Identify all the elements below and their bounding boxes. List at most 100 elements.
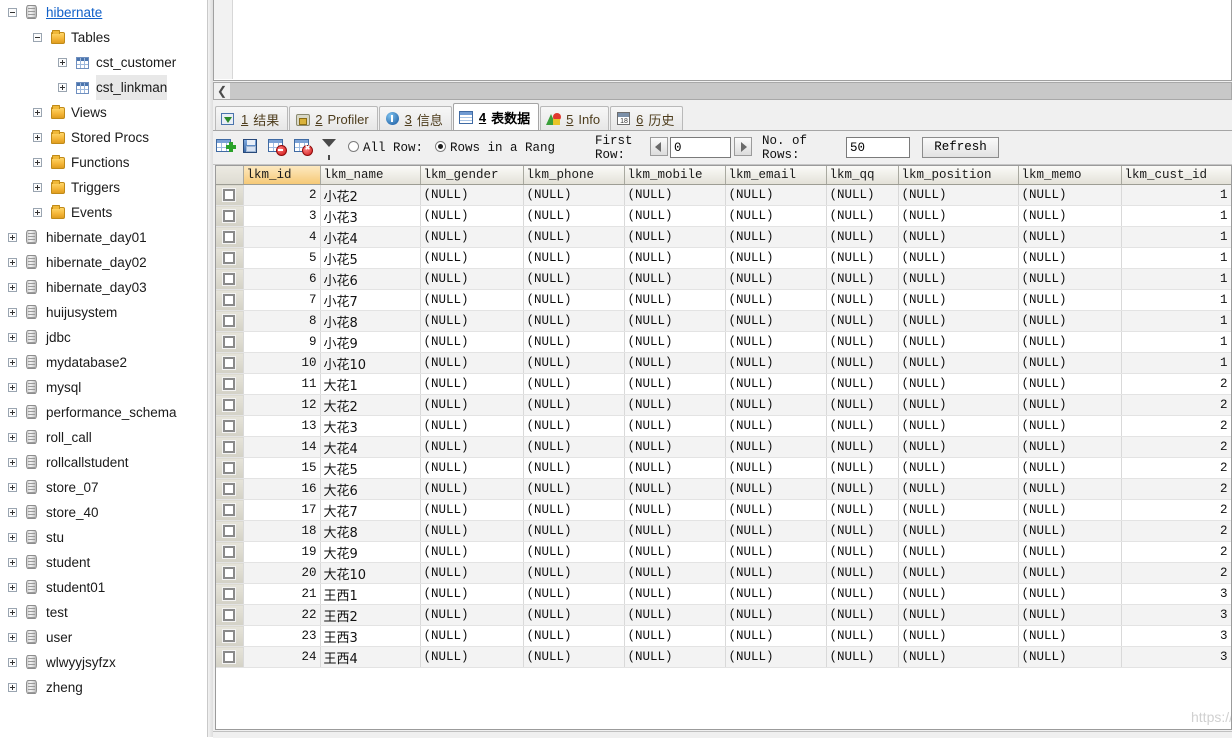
tree-item-hibernate-day01[interactable]: hibernate_day01 [0, 225, 207, 250]
cell-lkm_mobile[interactable]: (NULL) [624, 436, 726, 458]
row-select-checkbox[interactable] [216, 268, 244, 290]
cell-lkm_email[interactable]: (NULL) [725, 646, 827, 668]
cell-lkm_phone[interactable]: (NULL) [523, 604, 625, 626]
cell-lkm_mobile[interactable]: (NULL) [624, 583, 726, 605]
cell-lkm_gender[interactable]: (NULL) [420, 247, 524, 269]
column-header-lkm_mobile[interactable]: lkm_mobile [624, 166, 726, 185]
row-select-checkbox[interactable] [216, 520, 244, 542]
table-row[interactable]: 24 王西4 (NULL) (NULL) (NULL) (NULL) (NULL) (NULL… [216, 646, 1231, 668]
cell-lkm_phone[interactable]: (NULL) [523, 226, 625, 248]
cell-lkm_gender[interactable]: (NULL) [420, 226, 524, 248]
expand-plus-icon[interactable] [8, 683, 17, 692]
cell-lkm_email[interactable]: (NULL) [725, 604, 827, 626]
cell-lkm_mobile[interactable]: (NULL) [624, 184, 726, 206]
cell-lkm_position[interactable]: (NULL) [898, 604, 1019, 626]
collapse-minus-icon[interactable] [8, 8, 17, 17]
expand-plus-icon[interactable] [8, 558, 17, 567]
expand-plus-icon[interactable] [8, 458, 17, 467]
cell-lkm_phone[interactable]: (NULL) [523, 583, 625, 605]
cell-lkm_name[interactable]: 王西2 [320, 604, 421, 626]
cell-lkm_position[interactable]: (NULL) [898, 541, 1019, 563]
cell-lkm_qq[interactable]: (NULL) [826, 604, 899, 626]
table-row[interactable]: 19 大花9 (NULL) (NULL) (NULL) (NULL) (NULL) (NULL… [216, 541, 1231, 563]
tree-item-test[interactable]: test [0, 600, 207, 625]
cell-lkm_gender[interactable]: (NULL) [420, 478, 524, 500]
column-header-lkm_memo[interactable]: lkm_memo [1018, 166, 1122, 185]
cell-lkm_qq[interactable]: (NULL) [826, 247, 899, 269]
table-row[interactable]: 18 大花8 (NULL) (NULL) (NULL) (NULL) (NULL) (NULL… [216, 520, 1231, 542]
cell-lkm_mobile[interactable]: (NULL) [624, 520, 726, 542]
cell-lkm_id[interactable]: 12 [243, 394, 321, 416]
row-select-checkbox[interactable] [216, 226, 244, 248]
cell-lkm_qq[interactable]: (NULL) [826, 394, 899, 416]
column-header-lkm_id[interactable]: lkm_id [243, 166, 321, 185]
column-header-lkm_gender[interactable]: lkm_gender [420, 166, 524, 185]
cell-lkm_memo[interactable]: (NULL) [1018, 457, 1122, 479]
cell-lkm_mobile[interactable]: (NULL) [624, 310, 726, 332]
cell-lkm_cust_id[interactable]: 1 [1121, 310, 1231, 332]
expand-plus-icon[interactable] [8, 583, 17, 592]
row-select-checkbox[interactable] [216, 625, 244, 647]
row-select-checkbox[interactable] [216, 646, 244, 668]
table-row[interactable]: 5 小花5 (NULL) (NULL) (NULL) (NULL) (NULL) (NULL)… [216, 247, 1231, 269]
tree-item-user[interactable]: user [0, 625, 207, 650]
cell-lkm_id[interactable]: 19 [243, 541, 321, 563]
editor-horizontal-scrollbar[interactable]: ❮ [213, 82, 1232, 100]
cell-lkm_mobile[interactable]: (NULL) [624, 352, 726, 374]
cell-lkm_position[interactable]: (NULL) [898, 352, 1019, 374]
expand-plus-icon[interactable] [8, 658, 17, 667]
row-select-checkbox[interactable] [216, 436, 244, 458]
cell-lkm_position[interactable]: (NULL) [898, 478, 1019, 500]
all-rows-radio[interactable] [348, 141, 359, 152]
tree-item-wlwyyjsyfzx[interactable]: wlwyyjsyfzx [0, 650, 207, 675]
expand-plus-icon[interactable] [8, 383, 17, 392]
cell-lkm_memo[interactable]: (NULL) [1018, 436, 1122, 458]
tab-6[interactable]: 18 6 历史 [610, 106, 684, 131]
cell-lkm_id[interactable]: 17 [243, 499, 321, 521]
cell-lkm_position[interactable]: (NULL) [898, 289, 1019, 311]
tree-item-student01[interactable]: student01 [0, 575, 207, 600]
cell-lkm_cust_id[interactable]: 3 [1121, 583, 1231, 605]
cell-lkm_name[interactable]: 大花9 [320, 541, 421, 563]
cell-lkm_qq[interactable]: (NULL) [826, 415, 899, 437]
cell-lkm_memo[interactable]: (NULL) [1018, 331, 1122, 353]
cell-lkm_position[interactable]: (NULL) [898, 520, 1019, 542]
tree-item-stu[interactable]: stu [0, 525, 207, 550]
cell-lkm_id[interactable]: 11 [243, 373, 321, 395]
cell-lkm_mobile[interactable]: (NULL) [624, 646, 726, 668]
cell-lkm_position[interactable]: (NULL) [898, 436, 1019, 458]
cell-lkm_gender[interactable]: (NULL) [420, 184, 524, 206]
tree-item-stored-procs[interactable]: Stored Procs [0, 125, 207, 150]
cell-lkm_name[interactable]: 小花4 [320, 226, 421, 248]
first-row-next-button[interactable] [734, 137, 752, 156]
cell-lkm_qq[interactable]: (NULL) [826, 457, 899, 479]
cell-lkm_gender[interactable]: (NULL) [420, 331, 524, 353]
cell-lkm_mobile[interactable]: (NULL) [624, 331, 726, 353]
cell-lkm_position[interactable]: (NULL) [898, 373, 1019, 395]
row-select-checkbox[interactable] [216, 499, 244, 521]
cancel-changes-icon[interactable]: ✖ [294, 138, 313, 156]
cell-lkm_cust_id[interactable]: 3 [1121, 625, 1231, 647]
cell-lkm_cust_id[interactable]: 1 [1121, 226, 1231, 248]
cell-lkm_id[interactable]: 22 [243, 604, 321, 626]
row-select-checkbox[interactable] [216, 562, 244, 584]
cell-lkm_name[interactable]: 大花1 [320, 373, 421, 395]
cell-lkm_memo[interactable]: (NULL) [1018, 625, 1122, 647]
cell-lkm_gender[interactable]: (NULL) [420, 625, 524, 647]
cell-lkm_qq[interactable]: (NULL) [826, 352, 899, 374]
cell-lkm_gender[interactable]: (NULL) [420, 646, 524, 668]
cell-lkm_cust_id[interactable]: 3 [1121, 646, 1231, 668]
cell-lkm_phone[interactable]: (NULL) [523, 436, 625, 458]
cell-lkm_qq[interactable]: (NULL) [826, 310, 899, 332]
cell-lkm_phone[interactable]: (NULL) [523, 205, 625, 227]
table-row[interactable]: 6 小花6 (NULL) (NULL) (NULL) (NULL) (NULL) (NULL)… [216, 268, 1231, 290]
cell-lkm_mobile[interactable]: (NULL) [624, 625, 726, 647]
tree-item-tables[interactable]: Tables [0, 25, 207, 50]
cell-lkm_email[interactable]: (NULL) [725, 310, 827, 332]
cell-lkm_position[interactable]: (NULL) [898, 247, 1019, 269]
table-row[interactable]: 7 小花7 (NULL) (NULL) (NULL) (NULL) (NULL) (NULL)… [216, 289, 1231, 311]
cell-lkm_id[interactable]: 9 [243, 331, 321, 353]
cell-lkm_id[interactable]: 15 [243, 457, 321, 479]
tree-item-events[interactable]: Events [0, 200, 207, 225]
cell-lkm_name[interactable]: 小花9 [320, 331, 421, 353]
